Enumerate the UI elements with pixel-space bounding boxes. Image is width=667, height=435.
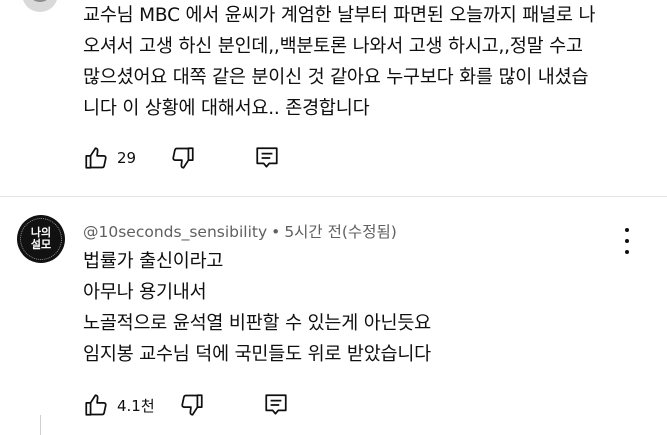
like-count: 29 <box>117 149 137 167</box>
reply-icon[interactable] <box>254 145 280 171</box>
comment-actions: 4.1천 <box>83 390 289 420</box>
thumbs-up-icon[interactable] <box>83 392 109 418</box>
avatar[interactable] <box>22 0 58 12</box>
reply-thread-line <box>40 415 41 435</box>
avatar[interactable]: 나의 설모 <box>17 215 65 263</box>
comment-text: 교수님 MBC 에서 윤씨가 계엄한 날부터 파면된 오늘까지 패널로 나 오셔… <box>83 5 596 119</box>
comment-header: @10seconds_sensibility • 5시간 전(수정됨) <box>83 220 397 242</box>
comment-text: 법률가 출신이라고 아무나 용기내서 노골적으로 윤석열 비판할 수 있는게 아… <box>83 251 431 365</box>
thumbs-down-icon[interactable] <box>170 145 196 171</box>
comment-actions: 29 <box>83 143 280 173</box>
separator: • <box>271 223 281 241</box>
divider <box>0 196 667 197</box>
reply-icon[interactable] <box>263 392 289 418</box>
thumbs-down-icon[interactable] <box>179 392 205 418</box>
channel-handle[interactable]: @10seconds_sensibility <box>83 223 267 241</box>
thumbs-up-icon[interactable] <box>83 145 109 171</box>
like-count: 4.1천 <box>117 396 155 415</box>
timestamp[interactable]: 5시간 전(수정됨) <box>284 223 396 241</box>
more-vertical-icon <box>625 228 629 232</box>
